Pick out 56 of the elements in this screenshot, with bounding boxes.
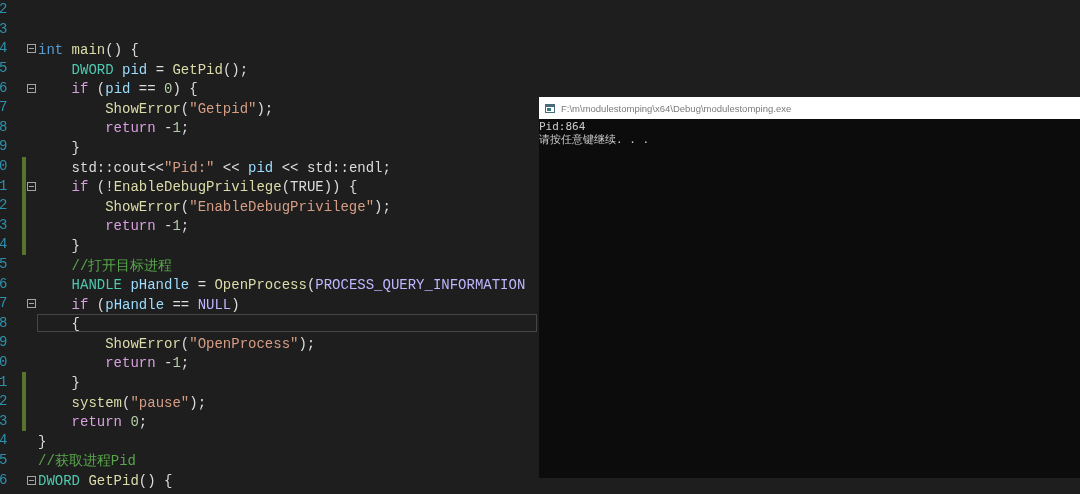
line-number: 5 — [0, 450, 9, 470]
line-number: 9 — [0, 333, 9, 353]
code-line: system("pause"); — [70, 393, 208, 411]
line-number: 0 — [0, 157, 9, 177]
line-number: 4 — [0, 431, 9, 451]
code-line: DWORD GetPid() { — [37, 472, 174, 490]
collapse-icon[interactable] — [27, 299, 36, 309]
line-number: 1 — [0, 372, 9, 392]
line-number: 2 — [0, 392, 9, 412]
code-line: //获取进程Pid — [37, 452, 137, 470]
line-number: 2 — [0, 0, 9, 20]
collapse-icon[interactable] — [27, 181, 36, 191]
code-line: return -1; — [104, 119, 191, 137]
line-number: 2 — [0, 196, 9, 216]
console-line: 请按任意键继续. . . — [539, 133, 650, 146]
line-number: 5 — [0, 255, 9, 274]
console-line: Pid:864 — [539, 120, 586, 133]
code-line: return -1; — [104, 354, 191, 372]
code-line: ShowError("EnableDebugPrivilege"); — [104, 197, 392, 215]
line-number: 7 — [0, 294, 9, 314]
window-title: F:\m\modulestomping\x64\Debug\modulestomping.exe — [561, 102, 792, 114]
line-number: 8 — [0, 117, 9, 137]
line-number: 3 — [0, 215, 9, 235]
line-number: 0 — [0, 353, 9, 372]
code-line: HANDLE pHandle = OpenProcess(PROCESS_QUERY_INFORMATION — [70, 276, 527, 294]
line-number: 6 — [0, 274, 9, 294]
code-line: if (pHandle == NULL) — [70, 295, 241, 313]
line-number: 7 — [0, 98, 9, 118]
line-number: 4 — [0, 235, 9, 255]
line-number: 5 — [0, 59, 9, 79]
code-line: } — [37, 432, 48, 450]
line-number: 1 — [0, 176, 9, 196]
code-line: return 0; — [70, 413, 149, 431]
line-number: 6 — [0, 78, 9, 98]
code-line: std::cout<<"Pid:" << pid << std::endl; — [70, 158, 392, 176]
collapse-icon[interactable] — [27, 475, 36, 485]
collapse-icon[interactable] — [27, 83, 36, 93]
line-number: 3 — [0, 411, 9, 431]
line-number: 6 — [0, 470, 9, 490]
line-number: 4 — [0, 39, 9, 59]
collapse-icon[interactable] — [27, 44, 36, 54]
code-line: if (!EnableDebugPrivilege(TRUE)) { — [70, 178, 359, 196]
code-line: ShowError("OpenProcess"); — [104, 334, 317, 352]
code-line: ShowError("Getpid"); — [104, 99, 275, 117]
code-line: int main() { — [37, 41, 140, 58]
code-line: } — [70, 236, 81, 254]
console-icon — [545, 103, 555, 113]
code-line: if (pid == 0) { — [70, 80, 199, 98]
code-line: //打开目标进程 — [70, 256, 174, 274]
line-number: 3 — [0, 19, 9, 39]
code-line: } — [70, 374, 81, 392]
code-line: DWORD pid = GetPid(); — [70, 60, 250, 78]
code-line: } — [70, 138, 81, 156]
line-number: 9 — [0, 137, 9, 157]
line-number: 8 — [0, 313, 9, 333]
code-line: return -1; — [104, 217, 191, 235]
